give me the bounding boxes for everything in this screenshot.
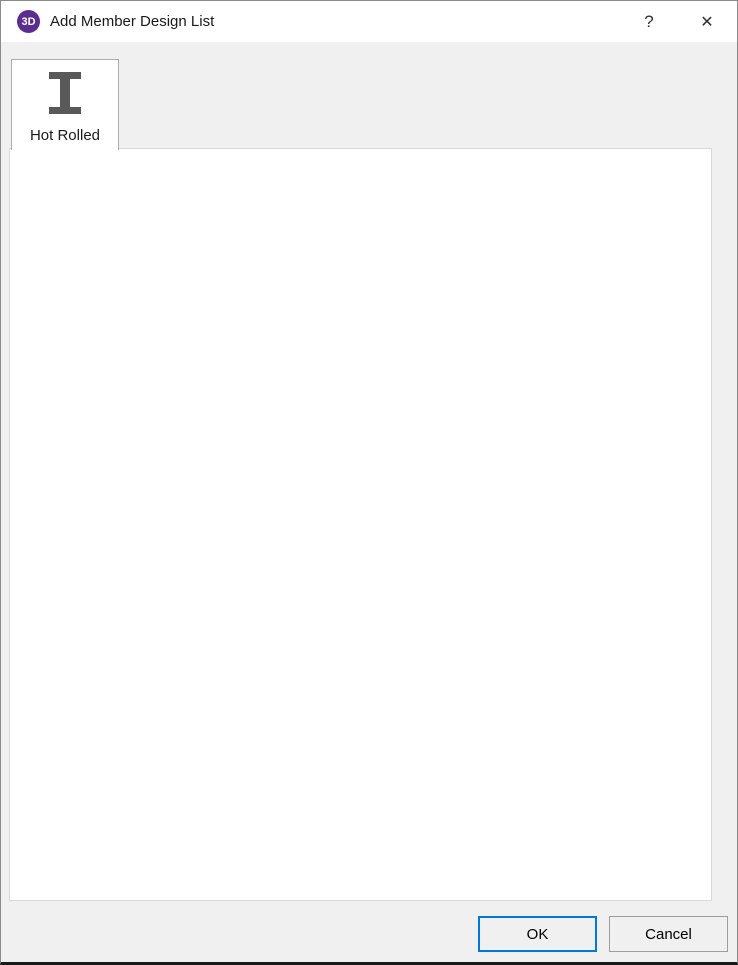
close-button[interactable]: ✕ — [685, 1, 729, 42]
question-mark-icon: ? — [644, 12, 653, 32]
window-title: Add Member Design List — [50, 13, 214, 30]
title-bar: 3D Add Member Design List ? ✕ — [1, 1, 737, 42]
add-member-design-list-dialog: 3D Add Member Design List ? ✕ Hot Rolled… — [0, 0, 738, 965]
tab-hot-rolled[interactable]: Hot Rolled — [11, 59, 119, 150]
close-icon: ✕ — [700, 12, 713, 32]
ok-button[interactable]: OK — [478, 916, 597, 952]
app-3d-logo-icon: 3D — [17, 10, 40, 33]
tab-panel — [9, 148, 712, 901]
i-beam-icon — [12, 72, 118, 119]
tab-label: Hot Rolled — [12, 127, 118, 144]
cancel-button[interactable]: Cancel — [609, 916, 728, 952]
help-button[interactable]: ? — [627, 1, 671, 42]
